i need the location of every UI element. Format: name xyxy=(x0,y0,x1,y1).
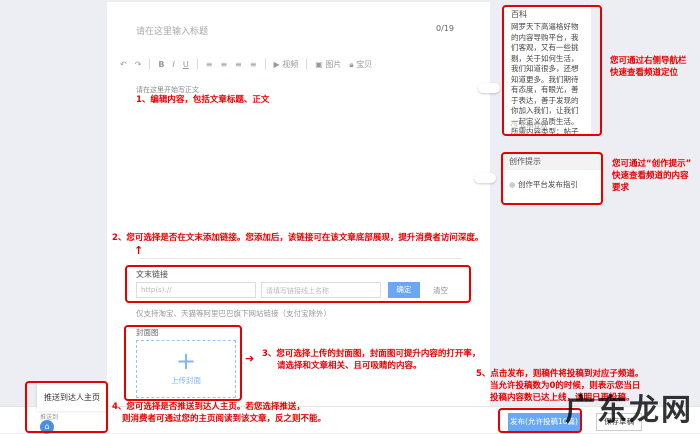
annotation-line: 4、您可选择是否推送到达人主页。若您选择推送， xyxy=(112,402,305,412)
annotation-line: 您可通过“创作提示” xyxy=(612,159,692,169)
title-count: 0/19 xyxy=(436,24,454,33)
bag-icon: 🔒︎ xyxy=(349,59,354,69)
item-label: 宝贝 xyxy=(356,59,373,69)
annotation-line: 您可通过右侧导航栏 xyxy=(610,56,687,66)
align-center-icon[interactable]: ≡ xyxy=(220,60,227,69)
annotation-line: 快速查看频道定位 xyxy=(610,68,679,78)
video-button[interactable]: ▶ 视频 xyxy=(274,59,299,70)
redo-icon[interactable]: ↷ xyxy=(135,60,142,69)
divider xyxy=(140,258,462,259)
italic-icon[interactable]: I xyxy=(173,60,175,69)
annotation-3: 3、您可选择上传的封面图，封面图可提升内容的打开率， 请选择和文章相关、且可吸睛的… xyxy=(262,348,480,372)
annotation-1: 1、编辑内容，包括文章标题、正文 xyxy=(136,95,270,105)
bold-icon[interactable]: B xyxy=(158,60,164,69)
undo-icon[interactable]: ↶ xyxy=(120,60,127,69)
highlight-box xyxy=(502,5,602,136)
image-label: 图片 xyxy=(325,59,342,69)
annotation-right-1: 您可通过右侧导航栏 快速查看频道定位 xyxy=(610,55,687,79)
annotation-line: 快速查看频道的内容 xyxy=(612,171,689,181)
watermark-logo: 广东龙网 xyxy=(565,393,693,428)
align-right-icon[interactable]: ≡ xyxy=(235,60,242,69)
title-input[interactable]: 请在这里输入标题 xyxy=(136,24,208,37)
video-icon: ▶ xyxy=(273,59,280,69)
annotation-line: 3、您可选择上传的封面图，封面图可提升内容的打开率， xyxy=(262,349,481,359)
annotation-2: 2、您可选择是否在文末添加链接。您添加后，该链接可在该文章底部展现，提升消费者访… xyxy=(112,233,484,243)
align-left-icon[interactable]: ≡ xyxy=(206,60,213,69)
highlight-box xyxy=(124,325,242,401)
sidebar-toggle-handle[interactable] xyxy=(478,83,500,93)
highlight-box xyxy=(125,265,471,303)
video-label: 视频 xyxy=(282,59,299,69)
annotation-line: 则消费者可通过您的主页阅读到该文章，反之则不能。 xyxy=(122,414,327,424)
highlight-box xyxy=(25,381,108,433)
tips-toggle-handle[interactable] xyxy=(474,173,496,183)
annotation-right-2: 您可通过“创作提示” 快速查看频道的内容 要求 xyxy=(612,158,691,194)
annotation-line: 请选择和文章相关、且可吸睛的内容。 xyxy=(277,361,422,371)
item-button[interactable]: 🔒︎ 宝贝 xyxy=(349,59,372,70)
align-justify-icon[interactable]: ≡ xyxy=(250,60,257,69)
annotation-4: 4、您可选择是否推送到达人主页。若您选择推送， 则消费者可通过您的主页阅读到该文章… xyxy=(112,401,326,425)
image-icon: ▣ xyxy=(315,59,323,69)
editor-toolbar: ↶ ↷ BIU ≡ ≡ ≡ ≡ ▶ 视频 ▣ 图片 🔒︎ 宝贝 xyxy=(120,58,372,70)
highlight-box xyxy=(501,152,603,205)
arrow-up-icon: ↑ xyxy=(134,244,144,257)
annotation-line: 5、点击发布，则稿件将投稿到对应子频道。 xyxy=(476,369,644,379)
link-hint: 仅支持淘宝、天猫等阿里巴巴旗下网站链接（支付宝除外） xyxy=(136,309,331,318)
annotation-line: 要求 xyxy=(612,183,630,193)
underline-icon[interactable]: U xyxy=(183,60,189,69)
arrow-right-icon: ➔ xyxy=(245,352,255,365)
image-button[interactable]: ▣ 图片 xyxy=(315,59,341,70)
